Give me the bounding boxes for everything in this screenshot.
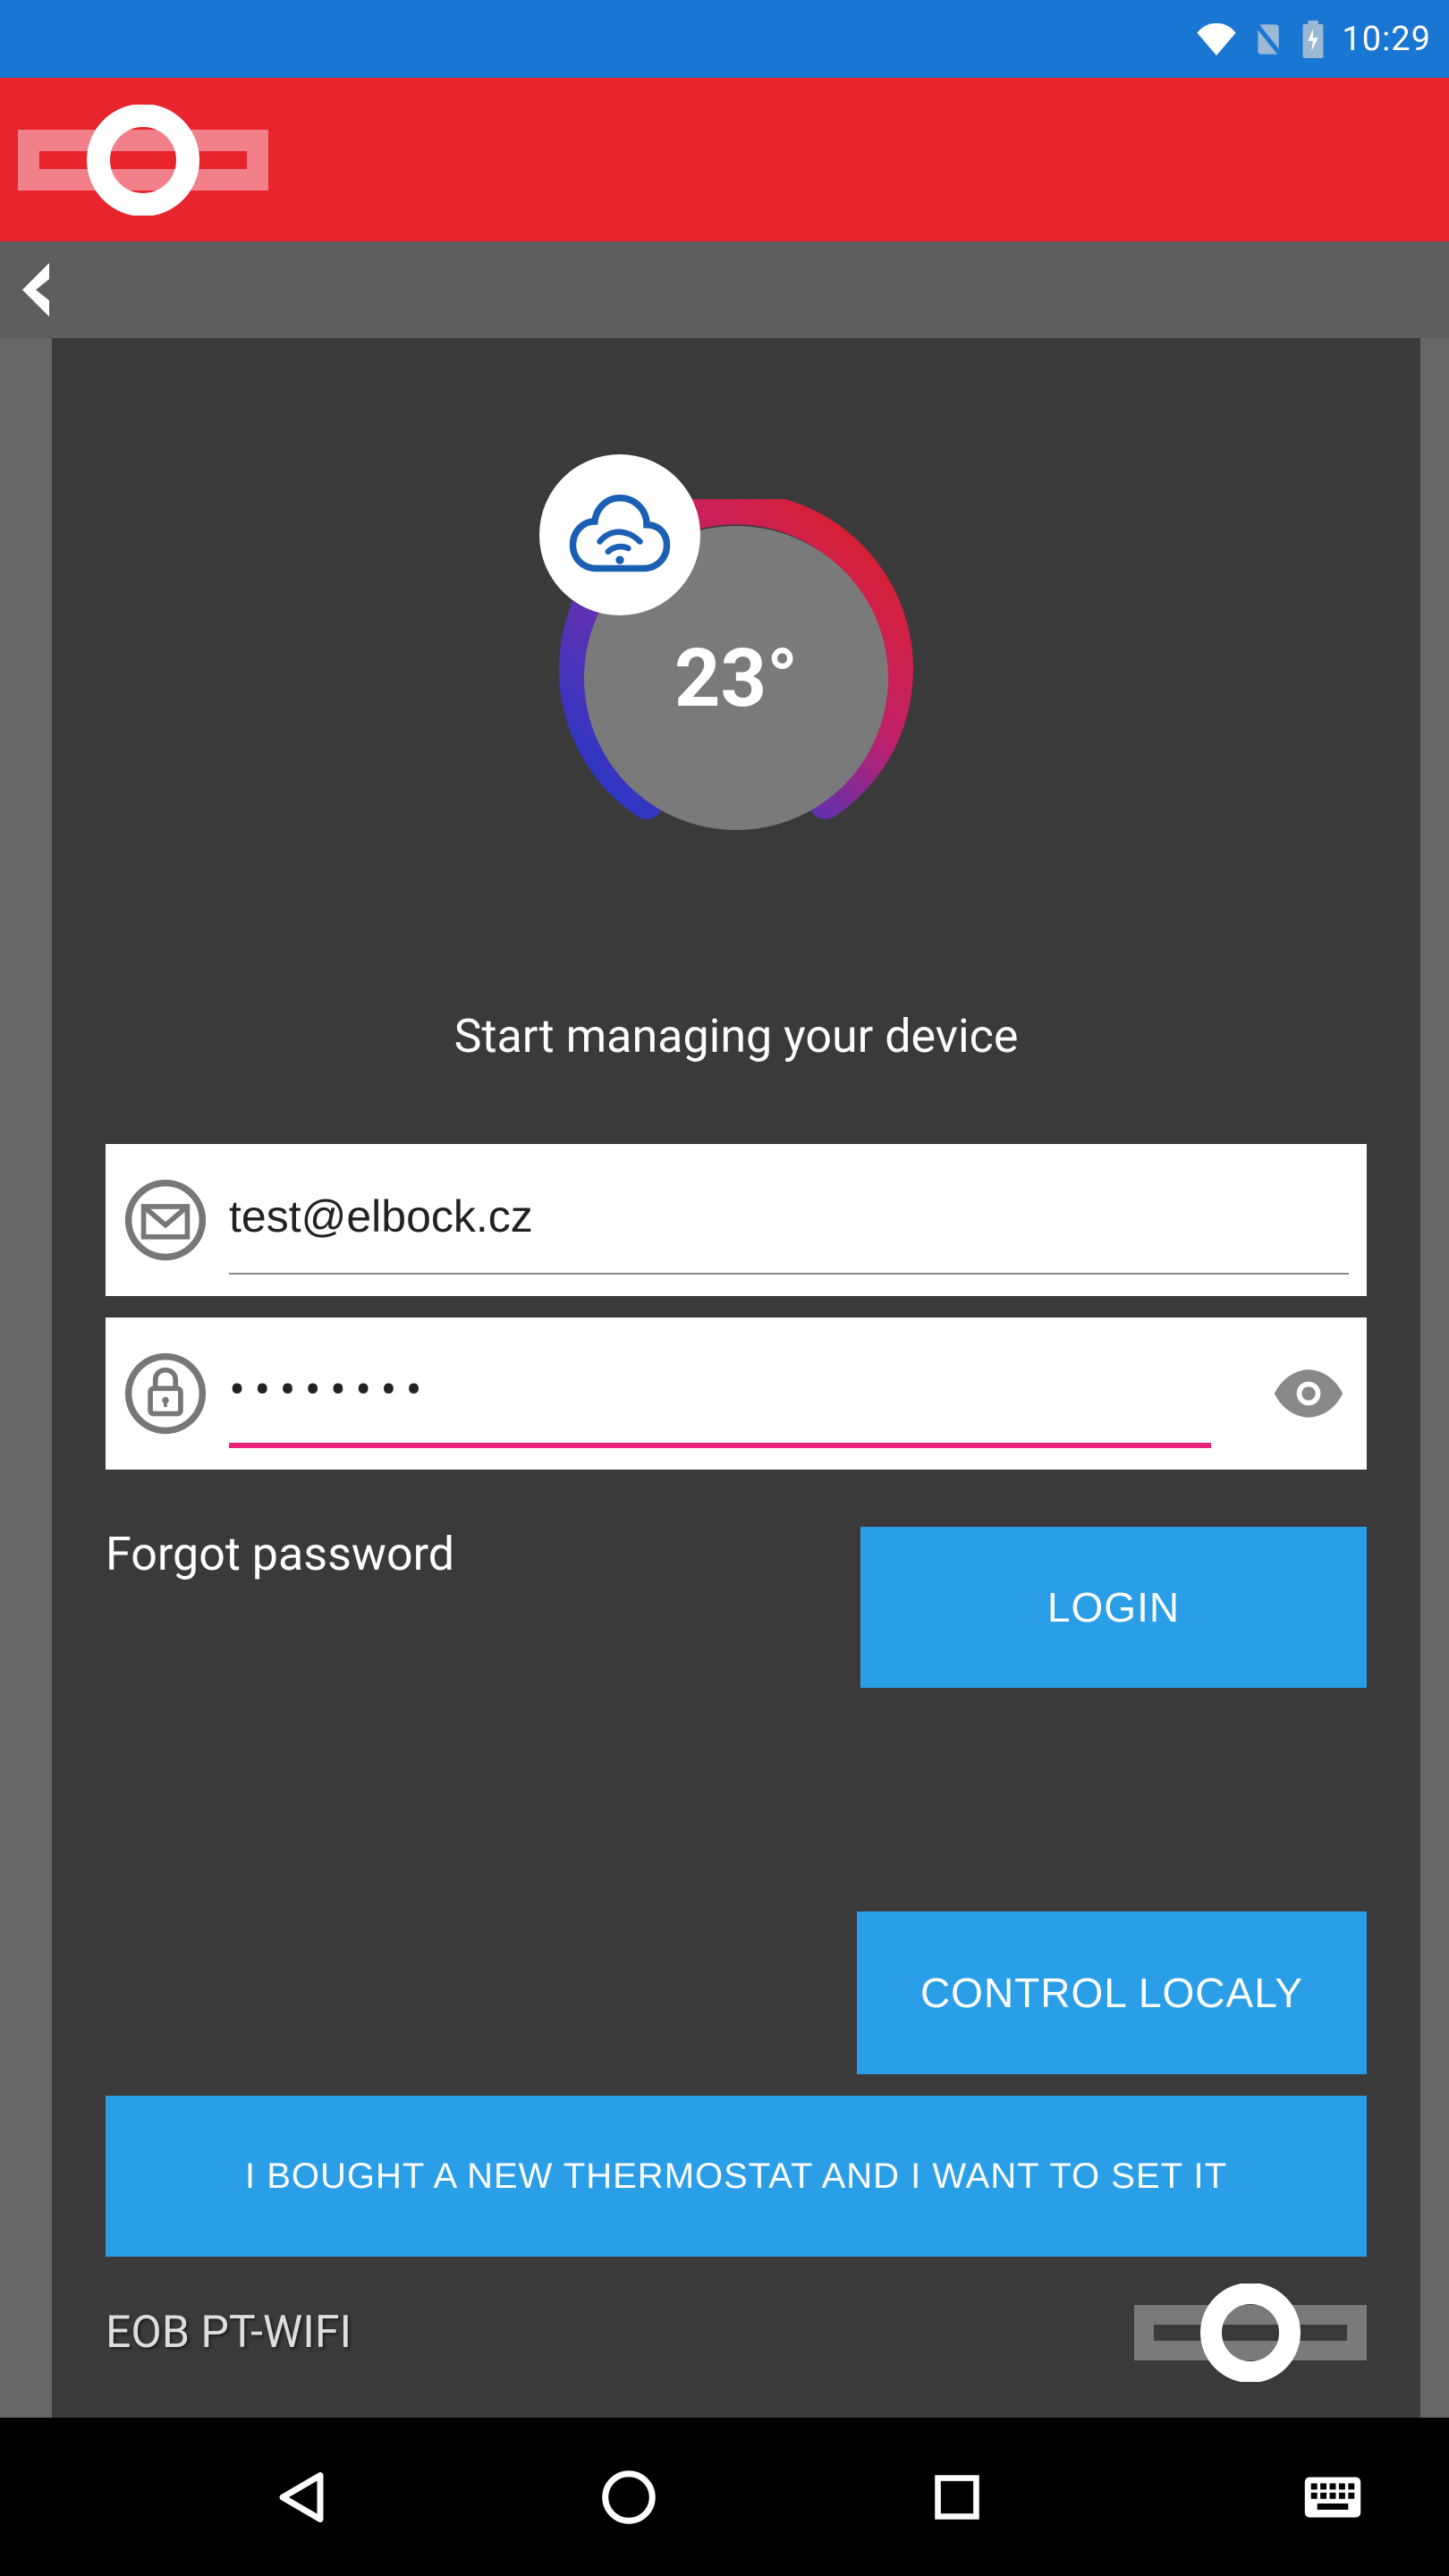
nav-home-button[interactable]	[584, 2462, 674, 2533]
eob-logo	[18, 105, 268, 216]
app-header	[0, 78, 1449, 241]
back-button[interactable]	[9, 258, 63, 321]
battery-charging-icon	[1301, 21, 1326, 58]
main-content: 23° Start managing your device	[52, 338, 1420, 2418]
nav-back-button[interactable]	[257, 2462, 346, 2533]
status-bar: 10:29	[0, 0, 1449, 78]
email-field[interactable]	[229, 1191, 1349, 1250]
nav-recent-button[interactable]	[912, 2462, 1002, 2533]
control-locally-button[interactable]: CONTROL LOCALY	[857, 1911, 1367, 2074]
mail-icon	[123, 1178, 208, 1262]
no-sim-icon	[1252, 21, 1284, 57]
email-underline	[229, 1273, 1349, 1275]
thermostat-graphic: 23°	[106, 454, 1367, 919]
password-input-box: ••••••••	[106, 1318, 1367, 1470]
thermostat-temp: 23°	[674, 631, 798, 725]
password-underline	[229, 1443, 1211, 1448]
android-nav-bar	[0, 2418, 1449, 2576]
tagline: Start managing your device	[106, 1009, 1367, 1063]
nav-keyboard-button[interactable]	[1288, 2462, 1377, 2533]
show-password-button[interactable]	[1268, 1367, 1349, 1420]
cloud-wifi-icon	[539, 454, 700, 615]
lock-icon	[123, 1352, 208, 1436]
forgot-password-link[interactable]: Forgot password	[106, 1527, 454, 1581]
content-wrapper: 23° Start managing your device	[0, 338, 1449, 2418]
new-thermostat-button[interactable]: I BOUGHT A NEW THERMOSTAT AND I WANT TO …	[106, 2096, 1367, 2257]
password-field[interactable]: ••••••••	[229, 1362, 431, 1426]
email-input-box	[106, 1144, 1367, 1296]
row-forgot-login: Forgot password LOGIN	[106, 1527, 1367, 1688]
screen: 10:29	[0, 0, 1449, 2576]
status-clock: 10:29	[1342, 20, 1431, 59]
login-button[interactable]: LOGIN	[860, 1527, 1367, 1688]
footer-row: EOB PT-WIFI	[106, 2284, 1367, 2382]
back-bar	[0, 242, 1449, 339]
eob-footer-logo	[1134, 2284, 1367, 2382]
wifi-icon	[1197, 23, 1236, 55]
app-name-label: EOB PT-WIFI	[106, 2307, 352, 2359]
